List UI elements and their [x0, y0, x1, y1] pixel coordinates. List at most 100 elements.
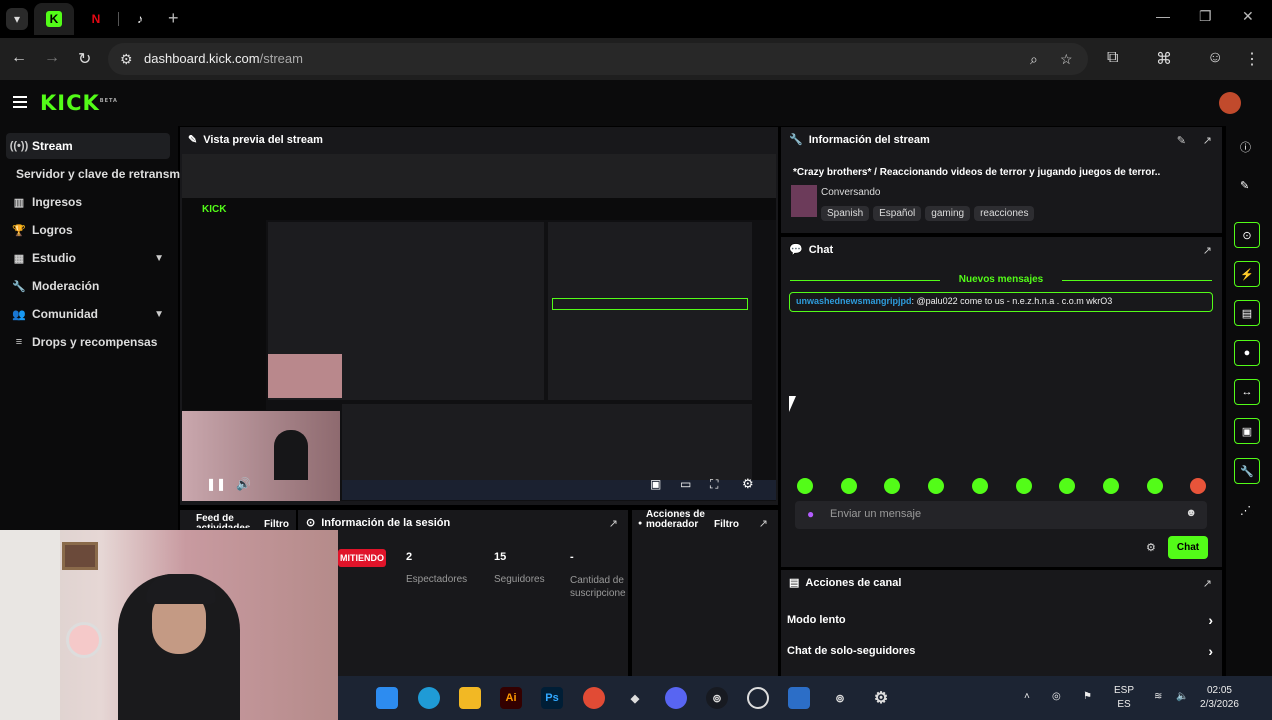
followers-only-row[interactable]: Chat de solo-seguidores ›: [787, 643, 1213, 659]
tab-kick[interactable]: K: [34, 3, 74, 35]
new-tab-button[interactable]: +: [168, 8, 179, 29]
tab-netflix[interactable]: N: [76, 3, 116, 35]
popout-icon[interactable]: ↗: [1203, 134, 1212, 147]
wifi-icon[interactable]: ≋: [1154, 690, 1162, 704]
kick-logo[interactable]: KICKBETA: [40, 91, 118, 115]
fullscreen-icon[interactable]: ⛶: [710, 477, 718, 492]
popout-icon[interactable]: ↗: [1203, 577, 1212, 590]
rail-lightning-icon[interactable]: ⚡: [1234, 261, 1260, 287]
obs-icon[interactable]: [747, 687, 769, 709]
pip-icon[interactable]: ▣: [650, 477, 661, 491]
info-icon[interactable]: ⓘ: [1240, 139, 1251, 155]
chat-message-input[interactable]: ● Enviar un mensaje ☻: [795, 501, 1207, 529]
sidebar-item-ingresos[interactable]: ▥ Ingresos: [6, 189, 170, 215]
wrench-icon: 🔧: [12, 280, 26, 293]
extensions-icon[interactable]: ⧉: [1107, 49, 1118, 67]
popout-icon[interactable]: ↗: [1203, 244, 1212, 257]
filter-button[interactable]: Filtro: [264, 519, 289, 530]
emote-icon[interactable]: [884, 478, 900, 494]
store-icon[interactable]: [788, 687, 810, 709]
rail-stream-icon[interactable]: ↔: [1234, 379, 1260, 405]
popout-icon[interactable]: ↗: [609, 517, 618, 530]
rail-broadcast-icon[interactable]: ⊙: [1234, 222, 1260, 248]
emote-icon[interactable]: [797, 478, 813, 494]
edge-icon[interactable]: [418, 687, 440, 709]
emote-icon[interactable]: [1059, 478, 1075, 494]
emoji-picker-icon[interactable]: ☻: [1185, 507, 1197, 519]
sidebar-item-estudio[interactable]: ▦ Estudio ▼: [6, 245, 170, 271]
emote-icon[interactable]: [928, 478, 944, 494]
windows-start-icon[interactable]: [376, 687, 398, 709]
volume-icon[interactable]: 🔊: [236, 477, 251, 491]
pause-icon[interactable]: ❚❚: [206, 477, 226, 491]
restore-icon[interactable]: ❐: [1199, 8, 1212, 25]
illustrator-icon[interactable]: Ai: [500, 687, 522, 709]
tray-app-icon[interactable]: ◎: [1052, 690, 1061, 704]
popout-icon[interactable]: ↗: [759, 517, 768, 530]
theater-icon[interactable]: ▭: [680, 477, 691, 491]
clock[interactable]: 02:05 2/3/2026: [1200, 684, 1239, 712]
emote-icon[interactable]: [1103, 478, 1119, 494]
filter-button[interactable]: Filtro: [714, 519, 739, 530]
reload-icon[interactable]: ↻: [78, 49, 91, 69]
chat-settings-gear-icon[interactable]: ⚙: [1146, 541, 1156, 554]
edit-icon[interactable]: ✎: [1240, 179, 1249, 192]
minimize-icon[interactable]: —: [1156, 8, 1170, 24]
close-icon[interactable]: ✕: [1242, 8, 1254, 25]
url-text[interactable]: dashboard.kick.com/stream: [144, 51, 303, 66]
rail-share-icon[interactable]: ⋰: [1240, 504, 1251, 517]
emote-icon[interactable]: [1147, 478, 1163, 494]
tab-tiktok[interactable]: ♪: [120, 3, 160, 35]
slow-mode-row[interactable]: Modo lento ›: [787, 612, 1213, 628]
forward-icon[interactable]: →: [44, 49, 60, 67]
user-avatar[interactable]: [1219, 92, 1241, 114]
discord-icon[interactable]: [665, 687, 687, 709]
profile-icon[interactable]: ☺: [1207, 49, 1223, 67]
emote-icon[interactable]: [841, 478, 857, 494]
site-info-icon[interactable]: ⚙: [120, 51, 133, 68]
zoom-icon[interactable]: ⌕: [1030, 51, 1038, 68]
chrome-icon[interactable]: [583, 687, 605, 709]
rail-chat-icon[interactable]: ●: [1234, 340, 1260, 366]
steam-icon[interactable]: ⊚: [706, 687, 728, 709]
rail-document-icon[interactable]: ▤: [1234, 300, 1260, 326]
settings-gear-icon[interactable]: ⚙: [742, 476, 754, 492]
language-indicator[interactable]: ESP ES: [1114, 684, 1134, 712]
dot-icon: ●: [638, 520, 643, 527]
rail-wrench-icon[interactable]: 🔧: [1234, 458, 1260, 484]
address-bar[interactable]: ⚙ dashboard.kick.com/stream ⌕ ☆: [108, 43, 1088, 75]
back-icon[interactable]: ←: [11, 49, 27, 67]
bookmark-star-icon[interactable]: ☆: [1060, 51, 1073, 68]
new-messages-divider[interactable]: Nuevos mensajes: [790, 274, 1212, 285]
emote-icon[interactable]: [1016, 478, 1032, 494]
app-icon[interactable]: ◆: [624, 687, 646, 709]
steam-icon-2[interactable]: ⊚: [829, 687, 851, 709]
sidebar-item-stream[interactable]: ((•)) Stream: [6, 133, 170, 159]
sidebar-item-logros[interactable]: 🏆 Logros: [6, 217, 170, 243]
tab-search-menu-icon[interactable]: ▾: [6, 8, 28, 30]
preview-nested-webcam: [268, 354, 342, 398]
photoshop-icon[interactable]: Ps: [541, 687, 563, 709]
translate-icon[interactable]: ⌘: [1156, 49, 1172, 69]
tray-chevron-up-icon[interactable]: ˄: [1024, 690, 1030, 704]
hamburger-menu-icon[interactable]: [13, 96, 27, 108]
sidebar-item-moderacion[interactable]: 🔧 Moderación: [6, 273, 170, 299]
stream-preview-video[interactable]: KICK ❚❚ 🔊 ▣ ▭ ⛶ ⚙: [182, 154, 776, 501]
microphone-icon[interactable]: ●: [807, 507, 814, 521]
category-name[interactable]: Conversando: [821, 187, 880, 198]
rail-actions-icon[interactable]: ▣: [1234, 418, 1260, 444]
sidebar-item-server-key[interactable]: Servidor y clave de retransm: [16, 161, 180, 187]
emote-icon[interactable]: [1190, 478, 1206, 494]
sidebar-item-comunidad[interactable]: 👥 Comunidad ▼: [6, 301, 170, 327]
speaker-icon[interactable]: 🔈: [1176, 690, 1188, 704]
settings-icon[interactable]: ⚙: [870, 687, 892, 709]
browser-menu-icon[interactable]: ⋮: [1244, 49, 1260, 69]
chat-username[interactable]: unwashednewsmangripjpd: [796, 296, 912, 306]
emote-icon[interactable]: [972, 478, 988, 494]
tray-network-icon[interactable]: ⚑: [1083, 690, 1092, 704]
file-explorer-icon[interactable]: [459, 687, 481, 709]
sidebar-item-drops[interactable]: ≡ Drops y recompensas: [6, 329, 170, 355]
panel-title: ⊙ Información de la sesión: [306, 516, 451, 530]
edit-pencil-icon[interactable]: ✎: [1177, 134, 1186, 147]
chat-send-button[interactable]: Chat: [1168, 536, 1208, 559]
